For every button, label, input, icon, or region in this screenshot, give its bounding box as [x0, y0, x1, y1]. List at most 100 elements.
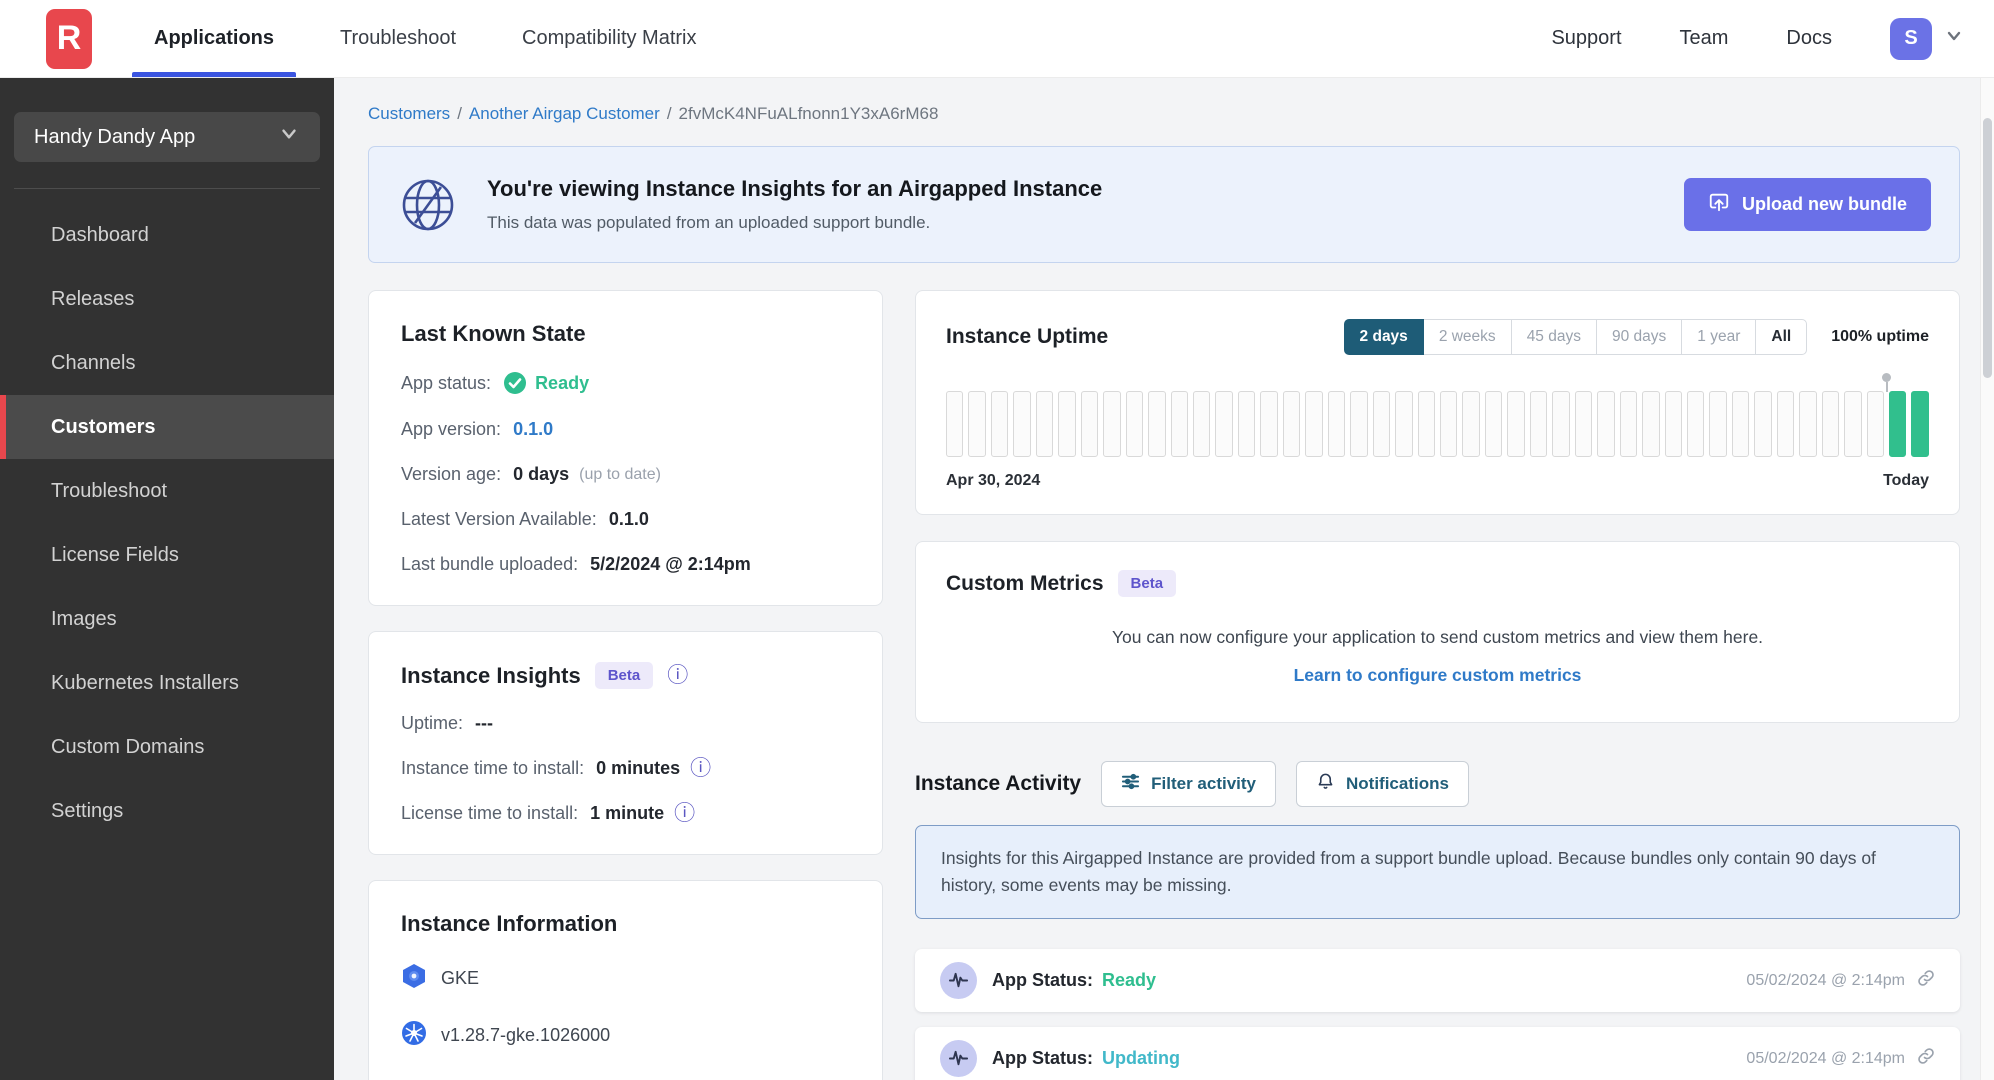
uptime-bar[interactable]	[1889, 391, 1907, 457]
tab-troubleshoot[interactable]: Troubleshoot	[340, 0, 456, 77]
instance-activity-header: Instance Activity Filter activity Notifi…	[915, 761, 1960, 807]
uptime-bar[interactable]	[1574, 391, 1593, 457]
uptime-bar[interactable]	[1754, 391, 1772, 457]
range-1-year[interactable]: 1 year	[1681, 319, 1757, 355]
breadcrumb-customers[interactable]: Customers	[368, 104, 450, 123]
scrollbar-thumb[interactable]	[1983, 118, 1992, 378]
logo-letter: R	[56, 19, 82, 57]
uptime-bar[interactable]	[1911, 391, 1929, 457]
activity-event-row[interactable]: App Status: Ready 05/02/2024 @ 2:14pm	[915, 949, 1960, 1013]
sidebar-item-license-fields[interactable]: License Fields	[0, 523, 334, 587]
info-icon[interactable]: ⓘ	[674, 803, 695, 824]
license-install-row: License time to install: 1 minute ⓘ	[401, 803, 850, 824]
uptime-bar[interactable]	[1709, 391, 1727, 457]
scrollbar-track[interactable]	[1980, 78, 1994, 1080]
link-icon[interactable]	[1917, 1047, 1935, 1070]
filter-activity-button[interactable]: Filter activity	[1101, 761, 1276, 807]
k8s-version-row: v1.28.7-gke.1026000	[401, 1020, 850, 1051]
tab-compatibility-matrix[interactable]: Compatibility Matrix	[522, 0, 696, 77]
uptime-bar[interactable]	[1192, 391, 1211, 457]
uptime-bar[interactable]	[1462, 391, 1480, 457]
range-90-days[interactable]: 90 days	[1595, 319, 1683, 355]
info-icon[interactable]: ⓘ	[667, 665, 688, 686]
app-root: R Applications Troubleshoot Compatibilit…	[0, 0, 1994, 1080]
sidebar-item-customers[interactable]: Customers	[0, 395, 334, 459]
uptime-bar[interactable]	[1866, 391, 1885, 457]
uptime-bar[interactable]	[1327, 391, 1346, 457]
uptime-bar[interactable]	[1282, 391, 1301, 457]
notifications-button[interactable]: Notifications	[1296, 761, 1469, 807]
uptime-bar[interactable]	[946, 391, 964, 457]
uptime-bar[interactable]	[1776, 391, 1795, 457]
uptime-bar[interactable]	[1484, 391, 1503, 457]
configure-custom-metrics-link[interactable]: Learn to configure custom metrics	[946, 665, 1929, 686]
range-2-days[interactable]: 2 days	[1343, 319, 1424, 355]
row-label: Version age:	[401, 464, 502, 484]
uptime-bar[interactable]	[1395, 391, 1413, 457]
app-version-row: App version: 0.1.0	[401, 419, 850, 440]
link-icon[interactable]	[1917, 969, 1935, 992]
uptime-bar[interactable]	[1529, 391, 1548, 457]
replicated-logo[interactable]: R	[46, 8, 92, 69]
uptime-bar[interactable]	[1260, 391, 1278, 457]
event-timestamp: 05/02/2024 @ 2:14pm	[1746, 971, 1905, 989]
activity-event-row[interactable]: App Status: Updating 05/02/2024 @ 2:14pm	[915, 1027, 1960, 1080]
uptime-bar[interactable]	[1080, 391, 1099, 457]
uptime-bar[interactable]	[1731, 391, 1750, 457]
user-menu[interactable]: S	[1890, 17, 1964, 60]
airgap-banner: You're viewing Instance Insights for an …	[368, 146, 1960, 263]
uptime-bar[interactable]	[1305, 391, 1323, 457]
uptime-bar[interactable]	[1552, 391, 1570, 457]
tab-applications[interactable]: Applications	[131, 0, 297, 77]
app-version-link[interactable]: 0.1.0	[513, 419, 553, 440]
nav-team[interactable]: Team	[1680, 27, 1729, 50]
sidebar-item-releases[interactable]: Releases	[0, 267, 334, 331]
breadcrumb-customer-name[interactable]: Another Airgap Customer	[469, 104, 660, 123]
uptime-bar[interactable]	[1125, 391, 1144, 457]
uptime-bar[interactable]	[1215, 391, 1233, 457]
uptime-bar[interactable]	[1844, 391, 1862, 457]
uptime-bar[interactable]	[1799, 391, 1817, 457]
sidebar-item-dashboard[interactable]: Dashboard	[0, 203, 334, 267]
uptime-bar[interactable]	[1664, 391, 1682, 457]
uptime-bar[interactable]	[1035, 391, 1054, 457]
uptime-bar[interactable]	[1686, 391, 1705, 457]
uptime-bar[interactable]	[1237, 391, 1256, 457]
event-label: App Status:	[992, 970, 1093, 991]
nav-support[interactable]: Support	[1551, 27, 1621, 50]
uptime-bar[interactable]	[1148, 391, 1166, 457]
uptime-bar[interactable]	[968, 391, 986, 457]
breadcrumb-separator: /	[666, 104, 672, 123]
upload-new-bundle-button[interactable]: Upload new bundle	[1684, 178, 1931, 231]
uptime-start-label: Apr 30, 2024	[946, 472, 1041, 489]
row-label: App status:	[401, 372, 492, 393]
uptime-bar[interactable]	[1103, 391, 1121, 457]
sidebar-item-images[interactable]: Images	[0, 587, 334, 651]
uptime-bar[interactable]	[1597, 391, 1615, 457]
sidebar-item-kubernetes-installers[interactable]: Kubernetes Installers	[0, 651, 334, 715]
uptime-bar[interactable]	[1372, 391, 1391, 457]
uptime-bar[interactable]	[990, 391, 1009, 457]
uptime-bar[interactable]	[1507, 391, 1525, 457]
uptime-bar[interactable]	[1058, 391, 1076, 457]
app-selector-dropdown[interactable]: Handy Dandy App	[14, 112, 320, 162]
info-icon[interactable]: ⓘ	[690, 758, 711, 779]
distribution-row: GKE	[401, 963, 850, 994]
uptime-bar[interactable]	[1439, 391, 1458, 457]
sidebar-item-custom-domains[interactable]: Custom Domains	[0, 715, 334, 779]
uptime-bar[interactable]	[1619, 391, 1638, 457]
uptime-bar[interactable]	[1170, 391, 1188, 457]
sidebar-item-settings[interactable]: Settings	[0, 779, 334, 843]
range-45-days[interactable]: 45 days	[1510, 319, 1597, 355]
avatar[interactable]: S	[1890, 17, 1932, 60]
uptime-bar[interactable]	[1417, 391, 1435, 457]
uptime-bar[interactable]	[1350, 391, 1368, 457]
uptime-bar[interactable]	[1642, 391, 1660, 457]
sidebar-item-channels[interactable]: Channels	[0, 331, 334, 395]
range-all[interactable]: All	[1755, 319, 1808, 355]
range-2-weeks[interactable]: 2 weeks	[1422, 319, 1512, 355]
nav-docs[interactable]: Docs	[1786, 27, 1832, 50]
sidebar-item-troubleshoot[interactable]: Troubleshoot	[0, 459, 334, 523]
uptime-bar[interactable]	[1821, 391, 1840, 457]
uptime-bar[interactable]	[1013, 391, 1031, 457]
